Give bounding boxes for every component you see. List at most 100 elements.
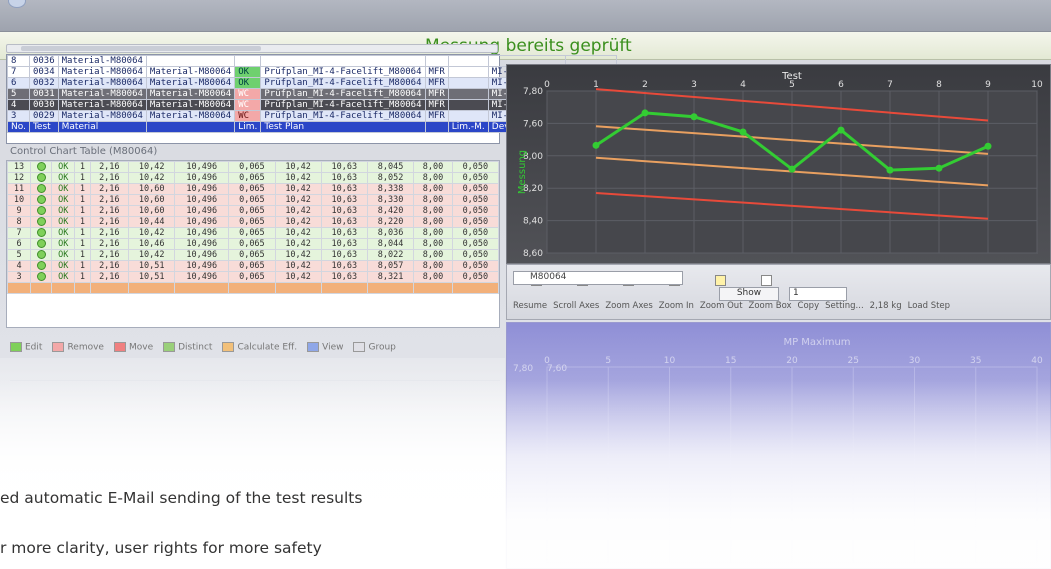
- measurement-row[interactable]: 4 OK 1 2,16 10,51 10,496 0,065 10,42 10,63 8,057 8…: [7, 260, 499, 272]
- measurement-row[interactable]: 8 OK 1 2,16 10,44 10,496 0,065 10,42 10,63 8,220 8…: [7, 216, 499, 228]
- measurement-cell-v1: 2,16: [89, 172, 130, 184]
- measurement-header-cell[interactable]: [451, 282, 499, 294]
- measurement-row[interactable]: 13 OK 1 2,16 10,42 10,496 0,065 10,42 10,63 8,045…: [7, 161, 499, 173]
- legend-item: Edit: [10, 341, 42, 352]
- measurement-cell-v3: 10,496: [174, 249, 230, 261]
- x-tick-label: 10: [1031, 80, 1043, 90]
- measurement-cell-no: 7: [7, 227, 32, 239]
- measurement-cell-v1: 2,16: [89, 216, 130, 228]
- check-icon: [36, 272, 46, 281]
- show-button[interactable]: Show: [719, 287, 779, 301]
- measurement-cell-ok: OK: [51, 183, 76, 195]
- zoom-box-icon[interactable]: [715, 275, 727, 286]
- measurement-header-cell[interactable]: [366, 282, 415, 294]
- measurement-header-cell[interactable]: [413, 282, 453, 294]
- measurement-row[interactable]: 7 OK 1 2,16 10,42 10,496 0,065 10,42 10,63 8,036 8…: [7, 227, 499, 239]
- copy-icon[interactable]: [761, 275, 773, 286]
- column-header[interactable]: Lim.: [234, 121, 262, 133]
- measurement-cell-v2: 10,42: [128, 161, 176, 173]
- measurement-cell-v8: 8,00: [413, 194, 453, 206]
- max-x-tick-label: 20: [786, 356, 798, 366]
- measurement-cell-n: 1: [74, 172, 91, 184]
- toolbar-label[interactable]: Zoom Out: [700, 301, 743, 311]
- measurement-cell-v3: 10,496: [174, 183, 230, 195]
- measurement-header-cell[interactable]: [7, 282, 32, 294]
- app-window: Messung bereits geprüft 8 0036 Material-M8…: [0, 0, 1051, 569]
- control-chart-table[interactable]: 8 0036 Material-M80064 7 0034 Material-M80064…: [6, 54, 617, 144]
- scrollbar-thumb[interactable]: [21, 46, 261, 51]
- control-chart-panel[interactable]: 0 1 2 3 4 5 6 7 8 9 10 7,80 7,60 8,00 8,20 8,40 8,60 Test…: [506, 64, 1051, 264]
- measurement-row[interactable]: 3 OK 1 2,16 10,51 10,496 0,065 10,42 10,63 8,321 8…: [7, 271, 499, 283]
- table-horizontal-scrollbar[interactable]: [6, 44, 498, 53]
- check-icon: [36, 195, 46, 204]
- step-select[interactable]: 1: [789, 287, 847, 301]
- max-chart: 0 5 10 15 20 25 30 35 407,80 7,60MP Maximum: [513, 337, 1043, 564]
- toolbar-label[interactable]: Scroll Axes: [553, 301, 599, 311]
- measurement-cell-v5: 10,42: [274, 216, 322, 228]
- table-cell-material2: Material-M80064: [145, 99, 236, 111]
- column-header[interactable]: Lim.-M.: [447, 121, 489, 133]
- table-cell-material2: Material-M80064: [145, 110, 236, 122]
- measurement-header-cell[interactable]: [174, 282, 230, 294]
- measurement-header-cell[interactable]: [128, 282, 176, 294]
- max-chart-panel[interactable]: 0 5 10 15 20 25 30 35 40 7,80 7,60 MP Maximum: [506, 322, 1051, 569]
- data-point: [984, 142, 992, 150]
- measurement-cell-v5: 10,42: [274, 249, 322, 261]
- toolbar-labels: Resume Scroll Axes Zoom Axes Zoom In Zoom Ou…: [513, 301, 956, 311]
- ok-status-icon: [30, 194, 53, 206]
- measurement-cell-v9: 0,050: [451, 205, 499, 217]
- measurement-cell-no: 9: [7, 205, 32, 217]
- column-header[interactable]: Test Plan: [260, 121, 426, 133]
- measurement-cell-no: 4: [7, 260, 32, 272]
- toolbar-label[interactable]: Zoom Axes: [605, 301, 652, 311]
- measurement-header-cell[interactable]: [274, 282, 322, 294]
- measurement-cell-v7: 8,420: [366, 205, 415, 217]
- toolbar-label[interactable]: Zoom Box: [749, 301, 792, 311]
- measurement-cell-n: 1: [74, 271, 91, 283]
- column-header[interactable]: Test: [28, 121, 59, 133]
- y-axis-label: Messung: [517, 150, 528, 194]
- table-cell-lim: OK: [234, 77, 262, 89]
- measurement-row[interactable]: 6 OK 1 2,16 10,46 10,496 0,065 10,42 10,63 8,044 8…: [7, 238, 499, 250]
- check-icon: [36, 173, 46, 182]
- measurement-row[interactable]: 5 OK 1 2,16 10,42 10,496 0,065 10,42 10,63 8,022 8…: [7, 249, 499, 261]
- measurement-row[interactable]: 9 OK 1 2,16 10,60 10,496 0,065 10,42 10,63 8,420 8…: [7, 205, 499, 217]
- max-y-tick-label: 7,80: [513, 364, 533, 374]
- measurement-cell-v6: 10,63: [320, 216, 368, 228]
- measurement-table[interactable]: 13 OK 1 2,16 10,42 10,496 0,065 10,42 10,63 8,045…: [6, 160, 500, 328]
- measurement-header-cell[interactable]: [51, 282, 76, 294]
- measurement-cell-v4: 0,065: [228, 205, 276, 217]
- toolbar-label[interactable]: Setting...: [825, 301, 864, 311]
- measurement-header-cell[interactable]: [74, 282, 91, 294]
- column-header[interactable]: [145, 121, 236, 133]
- measurement-row[interactable]: 10 OK 1 2,16 10,60 10,496 0,065 10,42 10,63 8,330…: [7, 194, 499, 206]
- measurement-cell-v7: 8,321: [366, 271, 415, 283]
- toolbar-label[interactable]: Zoom In: [659, 301, 694, 311]
- column-header[interactable]: No.: [7, 121, 30, 133]
- measurement-header-cell[interactable]: [320, 282, 368, 294]
- feature-line-email: ed automatic E-Mail sending of the test …: [0, 489, 363, 507]
- legend-swatch: [307, 341, 320, 352]
- column-header[interactable]: Material: [57, 121, 147, 133]
- toolbar-label[interactable]: Copy: [798, 301, 820, 311]
- table-cell-plan: Prüfplan_MI-4-Facelift_M80064: [260, 110, 426, 122]
- measurement-row[interactable]: 11 OK 1 2,16 10,60 10,496 0,065 10,42 10,63 8,338…: [7, 183, 499, 195]
- measurement-cell-v2: 10,44: [128, 216, 176, 228]
- legend-item: View: [307, 341, 343, 352]
- measurement-cell-v6: 10,63: [320, 161, 368, 173]
- measurement-cell-v4: 0,065: [228, 238, 276, 250]
- table-cell-limm: [447, 66, 489, 78]
- table-cell-unit: [424, 55, 449, 67]
- max-y-tick-label: 7,60: [547, 364, 567, 374]
- column-header[interactable]: [424, 121, 449, 133]
- measurement-header-cell[interactable]: [89, 282, 130, 294]
- measurement-cell-v3: 10,496: [174, 216, 230, 228]
- measurement-cell-v3: 10,496: [174, 238, 230, 250]
- measurement-cell-v9: 0,050: [451, 227, 499, 239]
- measurement-header-cell[interactable]: [228, 282, 276, 294]
- part-number-field[interactable]: M80064: [513, 271, 683, 285]
- table-cell-material2: [145, 55, 236, 67]
- measurement-row[interactable]: 12 OK 1 2,16 10,42 10,496 0,065 10,42 10,63 8,052…: [7, 172, 499, 184]
- toolbar-label[interactable]: Resume: [513, 301, 547, 311]
- measurement-header-cell[interactable]: [30, 282, 53, 294]
